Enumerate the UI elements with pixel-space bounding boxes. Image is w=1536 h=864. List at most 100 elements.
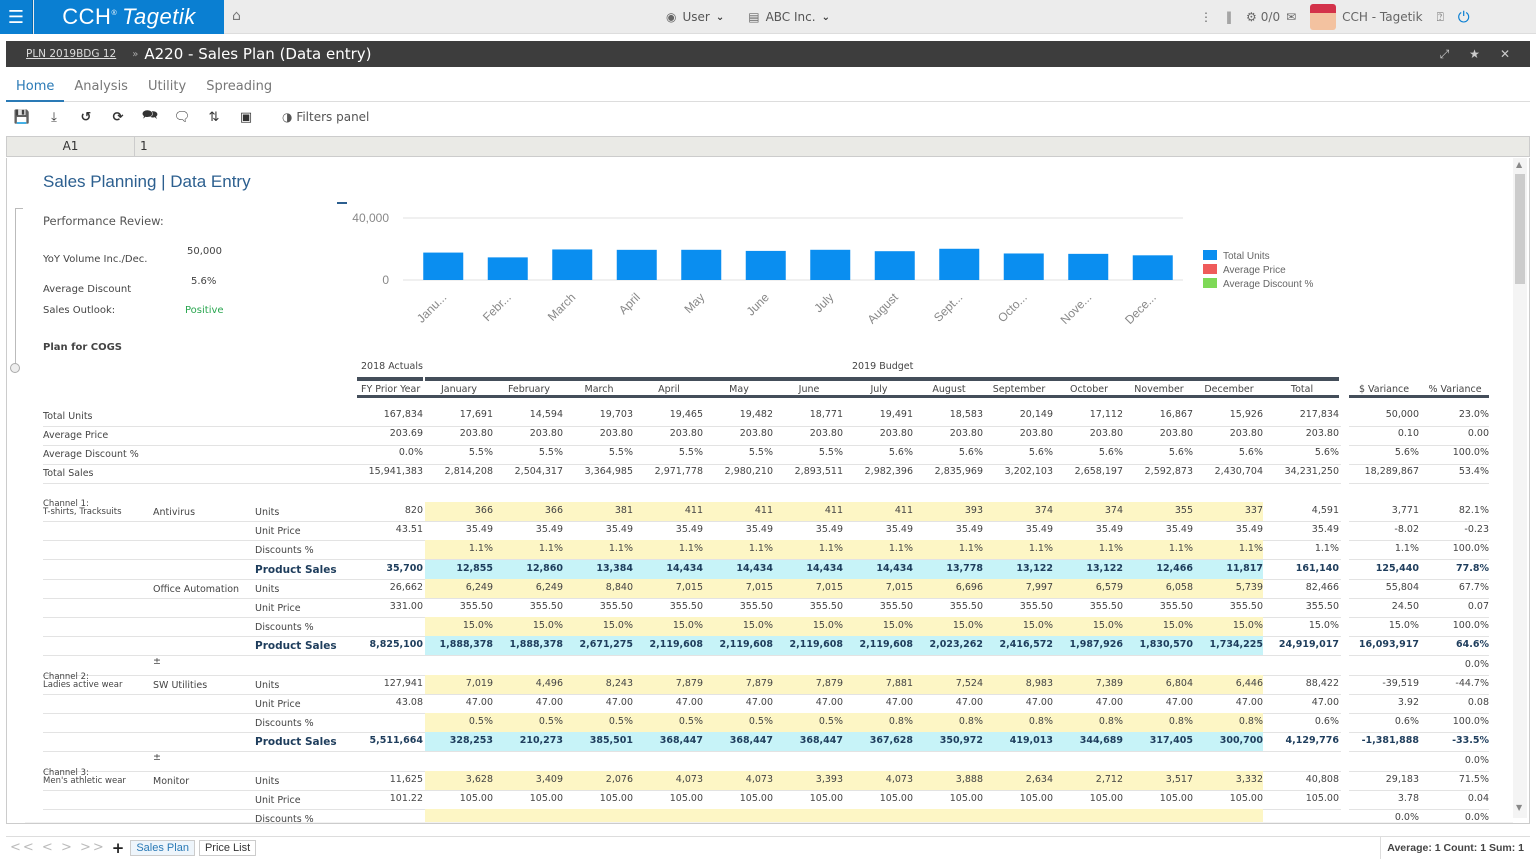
scroll-left-icon[interactable]: ◀ (26, 822, 32, 823)
cell[interactable]: 1.1% (1195, 543, 1263, 554)
cell[interactable]: 35.49 (1265, 524, 1339, 535)
cell[interactable]: 8,840 (565, 582, 633, 593)
cell[interactable]: 355.50 (1125, 601, 1193, 612)
cell[interactable]: 15.0% (915, 620, 983, 631)
column-header[interactable]: January (425, 384, 493, 395)
cell[interactable]: 105.00 (425, 793, 493, 804)
cell[interactable]: -8.02 (1349, 524, 1419, 535)
cell[interactable]: 3,888 (915, 774, 983, 785)
cell[interactable]: 12,855 (425, 563, 493, 574)
cell[interactable]: 5.6% (1125, 447, 1193, 458)
column-header[interactable]: $ Variance (1349, 384, 1419, 395)
cell[interactable]: 35.49 (985, 524, 1053, 535)
cell[interactable]: 7,015 (705, 582, 773, 593)
cell[interactable]: 15.0% (705, 620, 773, 631)
cell[interactable]: 344,689 (1055, 735, 1123, 746)
cell[interactable]: 35.49 (425, 524, 493, 535)
cell[interactable]: 5.6% (985, 447, 1053, 458)
cell[interactable]: 24,919,017 (1265, 639, 1339, 650)
cell[interactable]: 7,997 (985, 582, 1053, 593)
column-header[interactable]: March (565, 384, 633, 395)
cell[interactable]: 35.49 (565, 524, 633, 535)
cell[interactable]: 105.00 (775, 793, 843, 804)
cell[interactable]: 13,122 (1055, 563, 1123, 574)
kpi-value[interactable]: Positive (185, 305, 224, 316)
column-header[interactable]: October (1055, 384, 1123, 395)
cell[interactable]: 8,983 (985, 678, 1053, 689)
cell[interactable]: 203.80 (565, 428, 633, 439)
cell[interactable]: 35.49 (1195, 524, 1263, 535)
kpi-value[interactable]: 50,000 (187, 246, 222, 257)
cell[interactable]: 100.0% (1421, 620, 1489, 631)
cell[interactable]: 5,511,664 (357, 735, 424, 746)
cell[interactable]: 47.00 (705, 697, 773, 708)
cell[interactable]: 15.0% (775, 620, 843, 631)
cell[interactable]: 0.10 (1349, 428, 1419, 439)
cell[interactable]: 5.6% (1195, 447, 1263, 458)
home-icon[interactable]: ⌂ (232, 8, 248, 24)
horizontal-scrollbar[interactable]: ◀ ▶ (25, 822, 1513, 823)
cell[interactable]: 6,058 (1125, 582, 1193, 593)
cell[interactable]: 1,987,926 (1055, 639, 1124, 650)
cell[interactable]: 4,591 (1265, 505, 1339, 516)
cell[interactable]: 23.0% (1421, 409, 1489, 420)
cell[interactable]: 5.6% (1265, 447, 1339, 458)
cell[interactable]: 127,941 (357, 678, 423, 689)
cell[interactable]: 47.00 (775, 697, 843, 708)
cell[interactable]: 368,447 (705, 735, 773, 746)
cell[interactable]: 820 (357, 505, 423, 516)
cell[interactable]: 0.5% (495, 716, 563, 727)
cell[interactable]: 2,076 (565, 774, 633, 785)
add-sheet-icon[interactable]: + (112, 839, 125, 857)
cell[interactable]: 15.0% (1125, 620, 1193, 631)
cell[interactable]: 5.6% (1349, 447, 1419, 458)
cell[interactable]: 6,249 (425, 582, 493, 593)
sheet-tab-sales-plan[interactable]: Sales Plan (130, 839, 195, 856)
cell[interactable]: 35.49 (495, 524, 563, 535)
expand-toggle[interactable]: ± (153, 656, 161, 667)
breadcrumb[interactable]: PLN 2019BDG 12 (26, 48, 116, 60)
cell[interactable]: 2,971,778 (635, 466, 703, 477)
cell[interactable]: 12,466 (1125, 563, 1193, 574)
cell[interactable]: 105.00 (565, 793, 633, 804)
power-icon[interactable]: ⏻ (1458, 8, 1470, 26)
cell[interactable]: 393 (915, 505, 983, 516)
outline-bracket[interactable] (15, 208, 23, 368)
cell[interactable]: 0.5% (425, 716, 493, 727)
collapse-icon[interactable]: ⤢ (1440, 47, 1450, 62)
cell[interactable]: 2,814,208 (425, 466, 493, 477)
cell[interactable]: 14,434 (845, 563, 913, 574)
cell[interactable]: 2,119,608 (635, 639, 704, 650)
cell[interactable]: 385,501 (565, 735, 633, 746)
cell[interactable]: 16,867 (1125, 409, 1193, 420)
cell[interactable]: 2,592,873 (1125, 466, 1193, 477)
cell[interactable]: 1,888,378 (425, 639, 494, 650)
cell[interactable]: 29,183 (1349, 774, 1419, 785)
cell[interactable]: 105.00 (845, 793, 913, 804)
cell[interactable]: 1.1% (845, 543, 913, 554)
cell[interactable]: 8,825,100 (357, 639, 424, 650)
cell[interactable]: 5.6% (845, 447, 913, 458)
filters-panel-toggle[interactable]: ◑ Filters panel (282, 110, 369, 124)
cell[interactable]: -0.23 (1421, 524, 1489, 535)
cell[interactable]: 3,628 (425, 774, 493, 785)
cell[interactable]: 7,019 (425, 678, 493, 689)
cell[interactable]: 47.00 (1195, 697, 1263, 708)
cell[interactable]: 47.00 (985, 697, 1053, 708)
cell[interactable]: 1.1% (1125, 543, 1193, 554)
cell[interactable]: 35.49 (845, 524, 913, 535)
cell[interactable]: 14,434 (775, 563, 843, 574)
screenshot-icon[interactable]: ▣ (230, 110, 262, 125)
chevron-down-icon[interactable]: ⌄ (716, 12, 724, 23)
cell[interactable]: -1,381,888 (1349, 735, 1419, 746)
column-header[interactable]: June (775, 384, 843, 395)
messages-count[interactable]: 0/0 (1261, 10, 1280, 24)
cell[interactable]: 337 (1195, 505, 1263, 516)
cell[interactable]: 0.8% (1195, 716, 1263, 727)
cell[interactable]: 3,202,103 (985, 466, 1053, 477)
cell[interactable]: 50,000 (1349, 409, 1419, 420)
cell[interactable]: 203.80 (635, 428, 703, 439)
cell[interactable]: 6,249 (495, 582, 563, 593)
cell[interactable]: 3,517 (1125, 774, 1193, 785)
mail-icon[interactable]: ✉ (1286, 10, 1296, 24)
